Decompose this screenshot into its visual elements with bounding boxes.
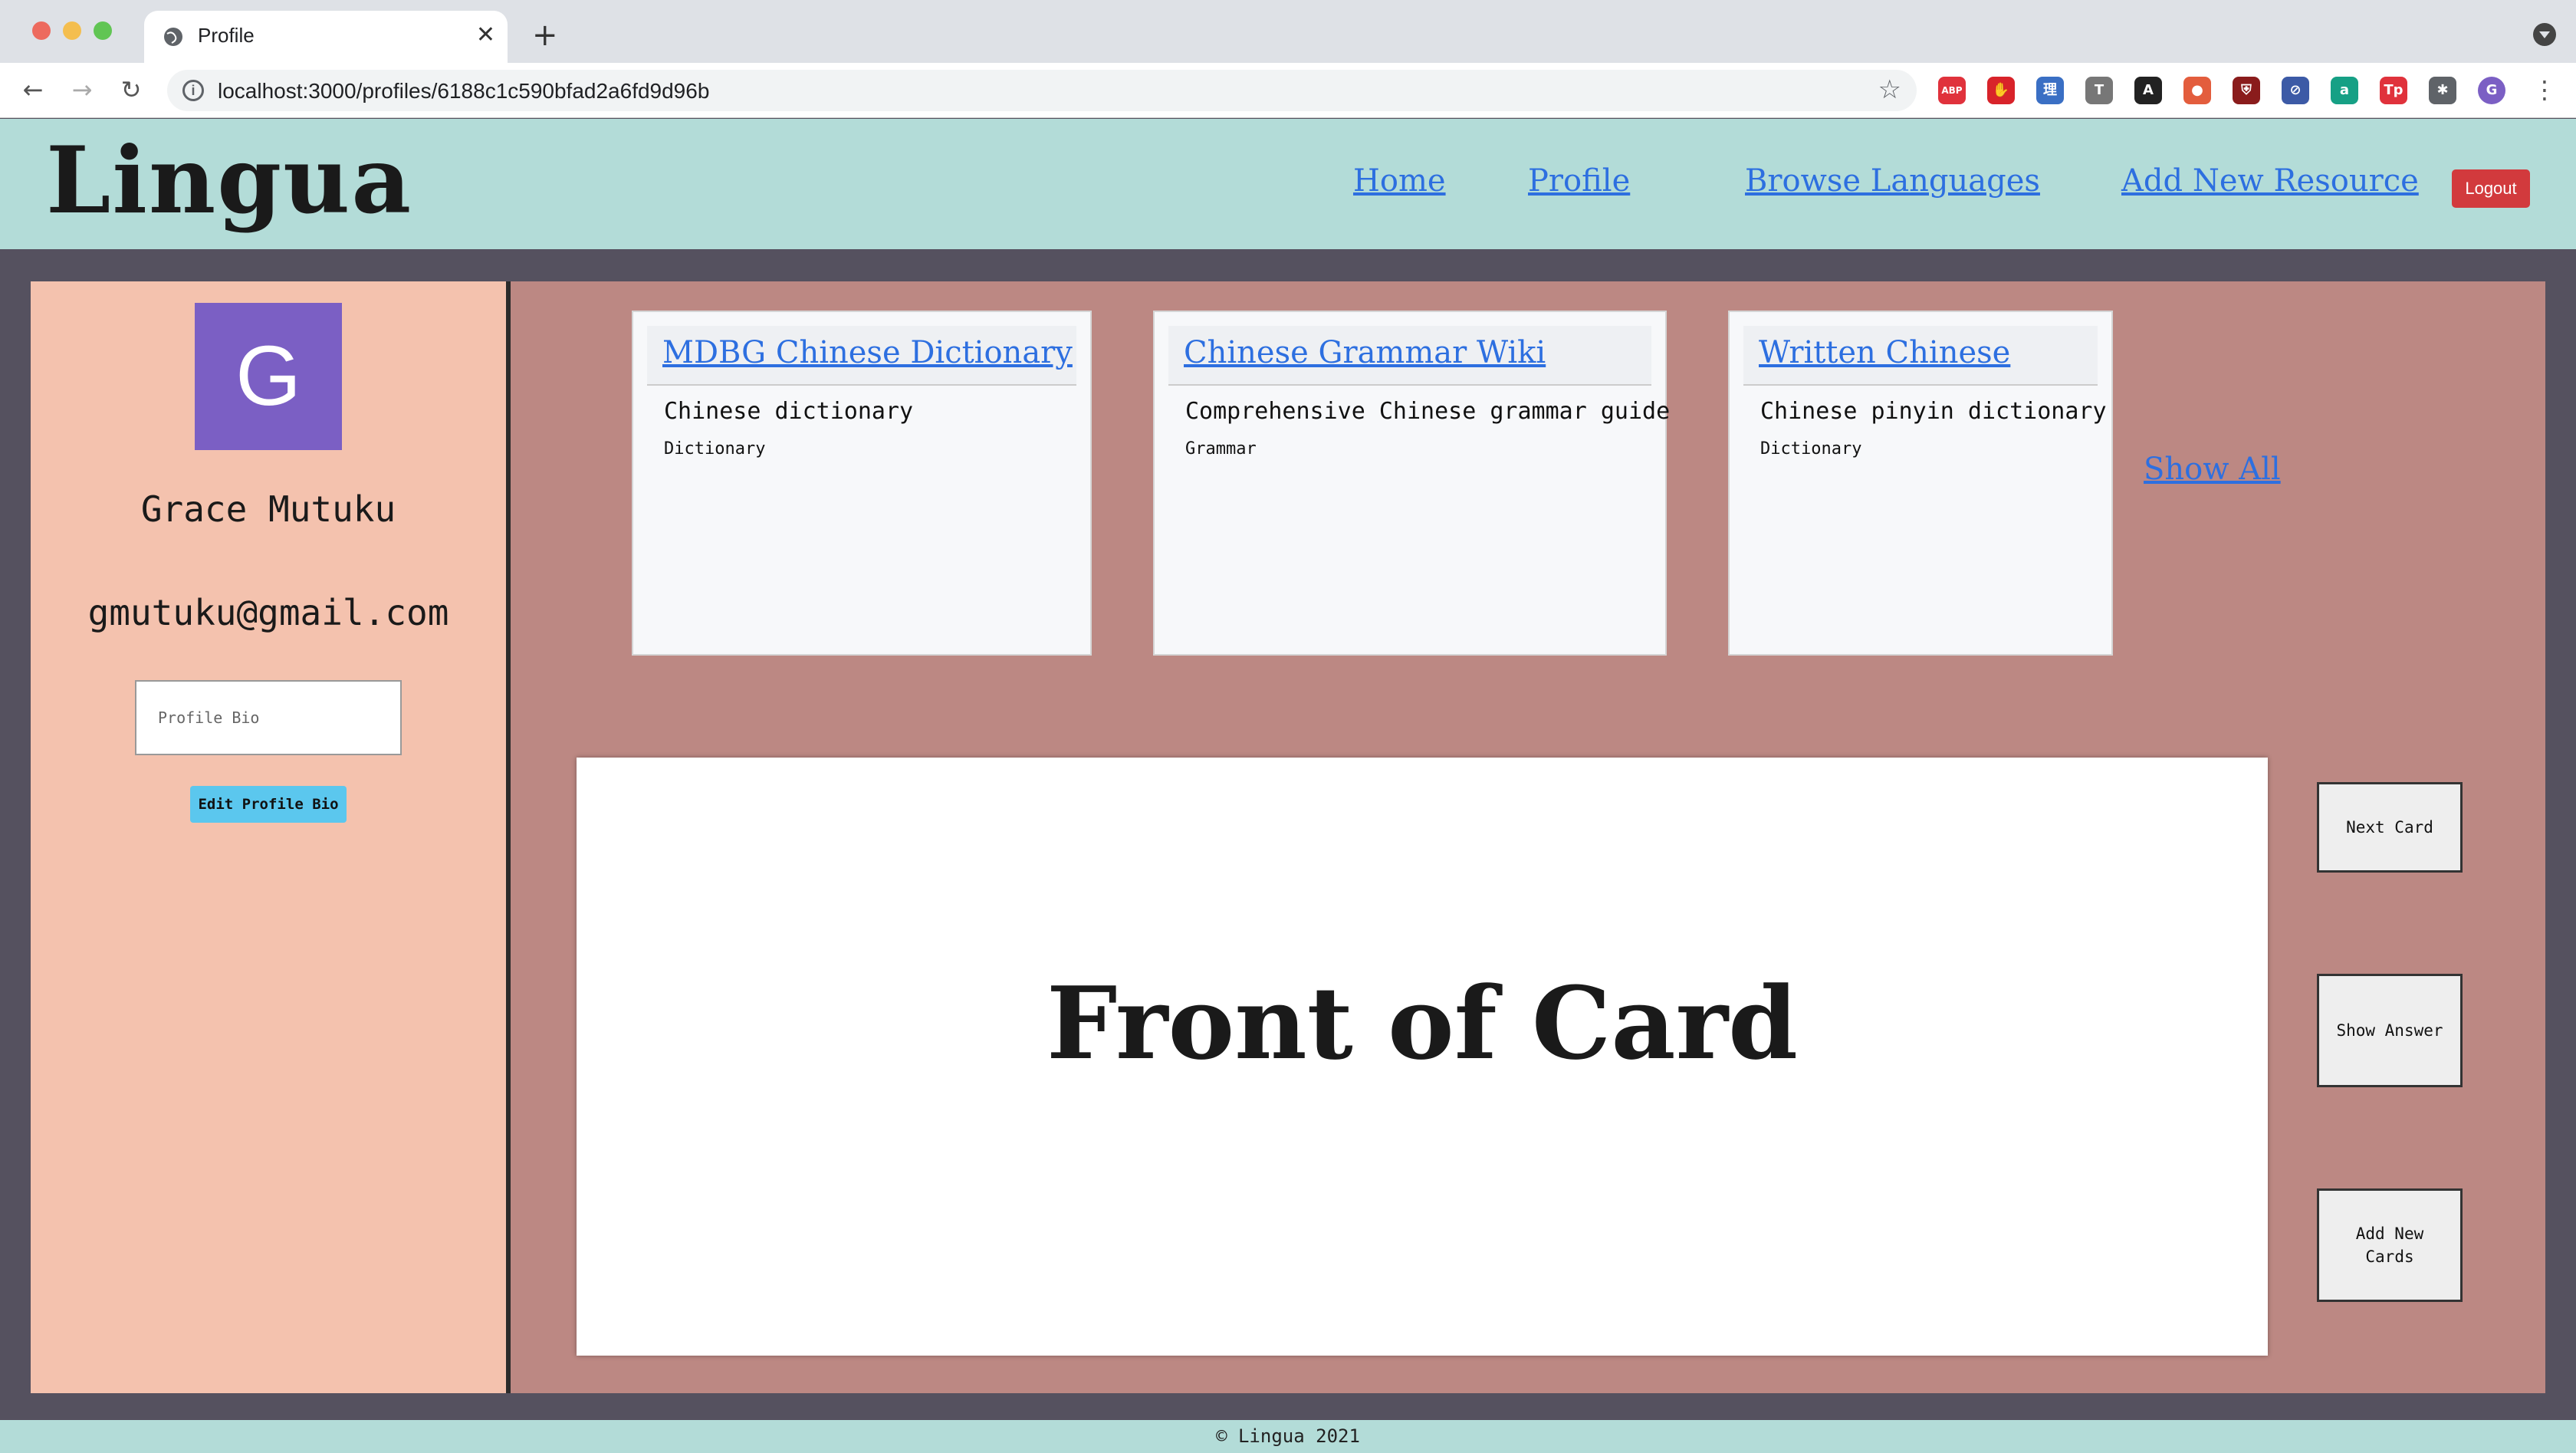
nav-browse-languages[interactable]: Browse Languages	[1745, 163, 2040, 199]
new-tab-button[interactable]: +	[532, 18, 558, 52]
resource-card: Written Chinese Chinese pinyin dictionar…	[1728, 311, 2113, 656]
profile-name: Grace Mutuku	[140, 488, 396, 530]
back-icon[interactable]: ←	[15, 72, 51, 107]
resource-category: Dictionary	[1760, 439, 1862, 459]
resource-card-header: Chinese Grammar Wiki	[1168, 326, 1651, 386]
resource-card: MDBG Chinese Dictionary Chinese dictiona…	[632, 311, 1092, 656]
resource-title-link[interactable]: Chinese Grammar Wiki	[1184, 335, 1546, 370]
adblock-icon[interactable]: ABP	[1938, 77, 1966, 104]
profile-panel: G Grace Mutuku gmutuku@gmail.com Edit Pr…	[31, 281, 506, 1393]
puzzle-icon[interactable]: ✱	[2429, 77, 2456, 104]
add-new-cards-button[interactable]: Add New Cards	[2317, 1188, 2463, 1302]
close-icon[interactable]: ✕	[476, 21, 495, 49]
resource-card-header: MDBG Chinese Dictionary	[647, 326, 1076, 386]
resource-description: Chinese pinyin dictionary	[1760, 398, 2107, 425]
pomodoro-icon[interactable]: ●	[2183, 77, 2211, 104]
resource-title-link[interactable]: Written Chinese	[1759, 335, 2010, 370]
window-maximize-button[interactable]	[94, 21, 112, 40]
globe-icon	[164, 28, 182, 46]
a-icon[interactable]: A	[2134, 77, 2162, 104]
info-icon[interactable]: i	[182, 80, 204, 101]
stop-icon[interactable]: ✋	[1987, 77, 2015, 104]
profile-bio-input[interactable]	[135, 680, 402, 755]
main-area: MDBG Chinese Dictionary Chinese dictiona…	[511, 281, 2545, 1393]
nav-home[interactable]: Home	[1353, 163, 1446, 199]
tp-icon[interactable]: Tp	[2380, 77, 2407, 104]
resource-category: Dictionary	[664, 439, 766, 459]
browser-tab-bar: Profile ✕ +	[0, 0, 2576, 63]
url-text[interactable]: localhost:3000/profiles/6188c1c590bfad2a…	[218, 79, 709, 104]
star-icon[interactable]: ☆	[1878, 74, 1901, 105]
show-answer-button[interactable]: Show Answer	[2317, 974, 2463, 1087]
menu-icon[interactable]: ⋮	[2527, 72, 2562, 107]
footer: © Lingua 2021	[0, 1420, 2576, 1453]
profile-email: gmutuku@gmail.com	[87, 592, 449, 633]
edit-profile-bio-button[interactable]: Edit Profile Bio	[190, 786, 347, 823]
window-minimize-button[interactable]	[63, 21, 81, 40]
app-header: Lingua Home Profile Browse Languages Add…	[0, 119, 2576, 249]
resource-card: Chinese Grammar Wiki Comprehensive Chine…	[1153, 311, 1671, 656]
browser-tab[interactable]: Profile ✕	[144, 11, 508, 63]
logout-button[interactable]: Logout	[2452, 169, 2530, 208]
nav-add-new-resource[interactable]: Add New Resource	[2121, 163, 2419, 199]
resource-category: Grammar	[1185, 439, 1257, 459]
app-logo[interactable]: Lingua	[46, 127, 412, 235]
resource-description: Comprehensive Chinese grammar guide	[1185, 398, 1671, 425]
reload-icon[interactable]: ↻	[113, 72, 149, 107]
card-front-text: Front of Card	[1046, 965, 1798, 1082]
shield-icon[interactable]: ⛨	[2233, 77, 2260, 104]
avatar: G	[195, 303, 342, 450]
tab-title: Profile	[198, 24, 255, 47]
show-all-link[interactable]: Show All	[2144, 452, 2281, 487]
forward-icon[interactable]: →	[64, 72, 100, 107]
nav-profile[interactable]: Profile	[1528, 163, 1630, 199]
resource-description: Chinese dictionary	[664, 398, 914, 425]
account-icon[interactable]: G	[2478, 77, 2505, 104]
chinese-icon[interactable]: 理	[2036, 77, 2064, 104]
next-card-button[interactable]: Next Card	[2317, 782, 2463, 873]
t-icon[interactable]: T	[2085, 77, 2113, 104]
window-close-button[interactable]	[32, 21, 51, 40]
grammarly-icon[interactable]: a	[2331, 77, 2358, 104]
block-icon[interactable]: ⊘	[2282, 77, 2309, 104]
address-bar[interactable]: i localhost:3000/profiles/6188c1c590bfad…	[167, 70, 1917, 111]
resource-title-link[interactable]: MDBG Chinese Dictionary	[662, 335, 1073, 370]
resource-card-header: Written Chinese	[1743, 326, 2098, 386]
tab-search-icon[interactable]	[2533, 23, 2556, 46]
flashcard[interactable]: Front of Card	[577, 758, 2268, 1356]
